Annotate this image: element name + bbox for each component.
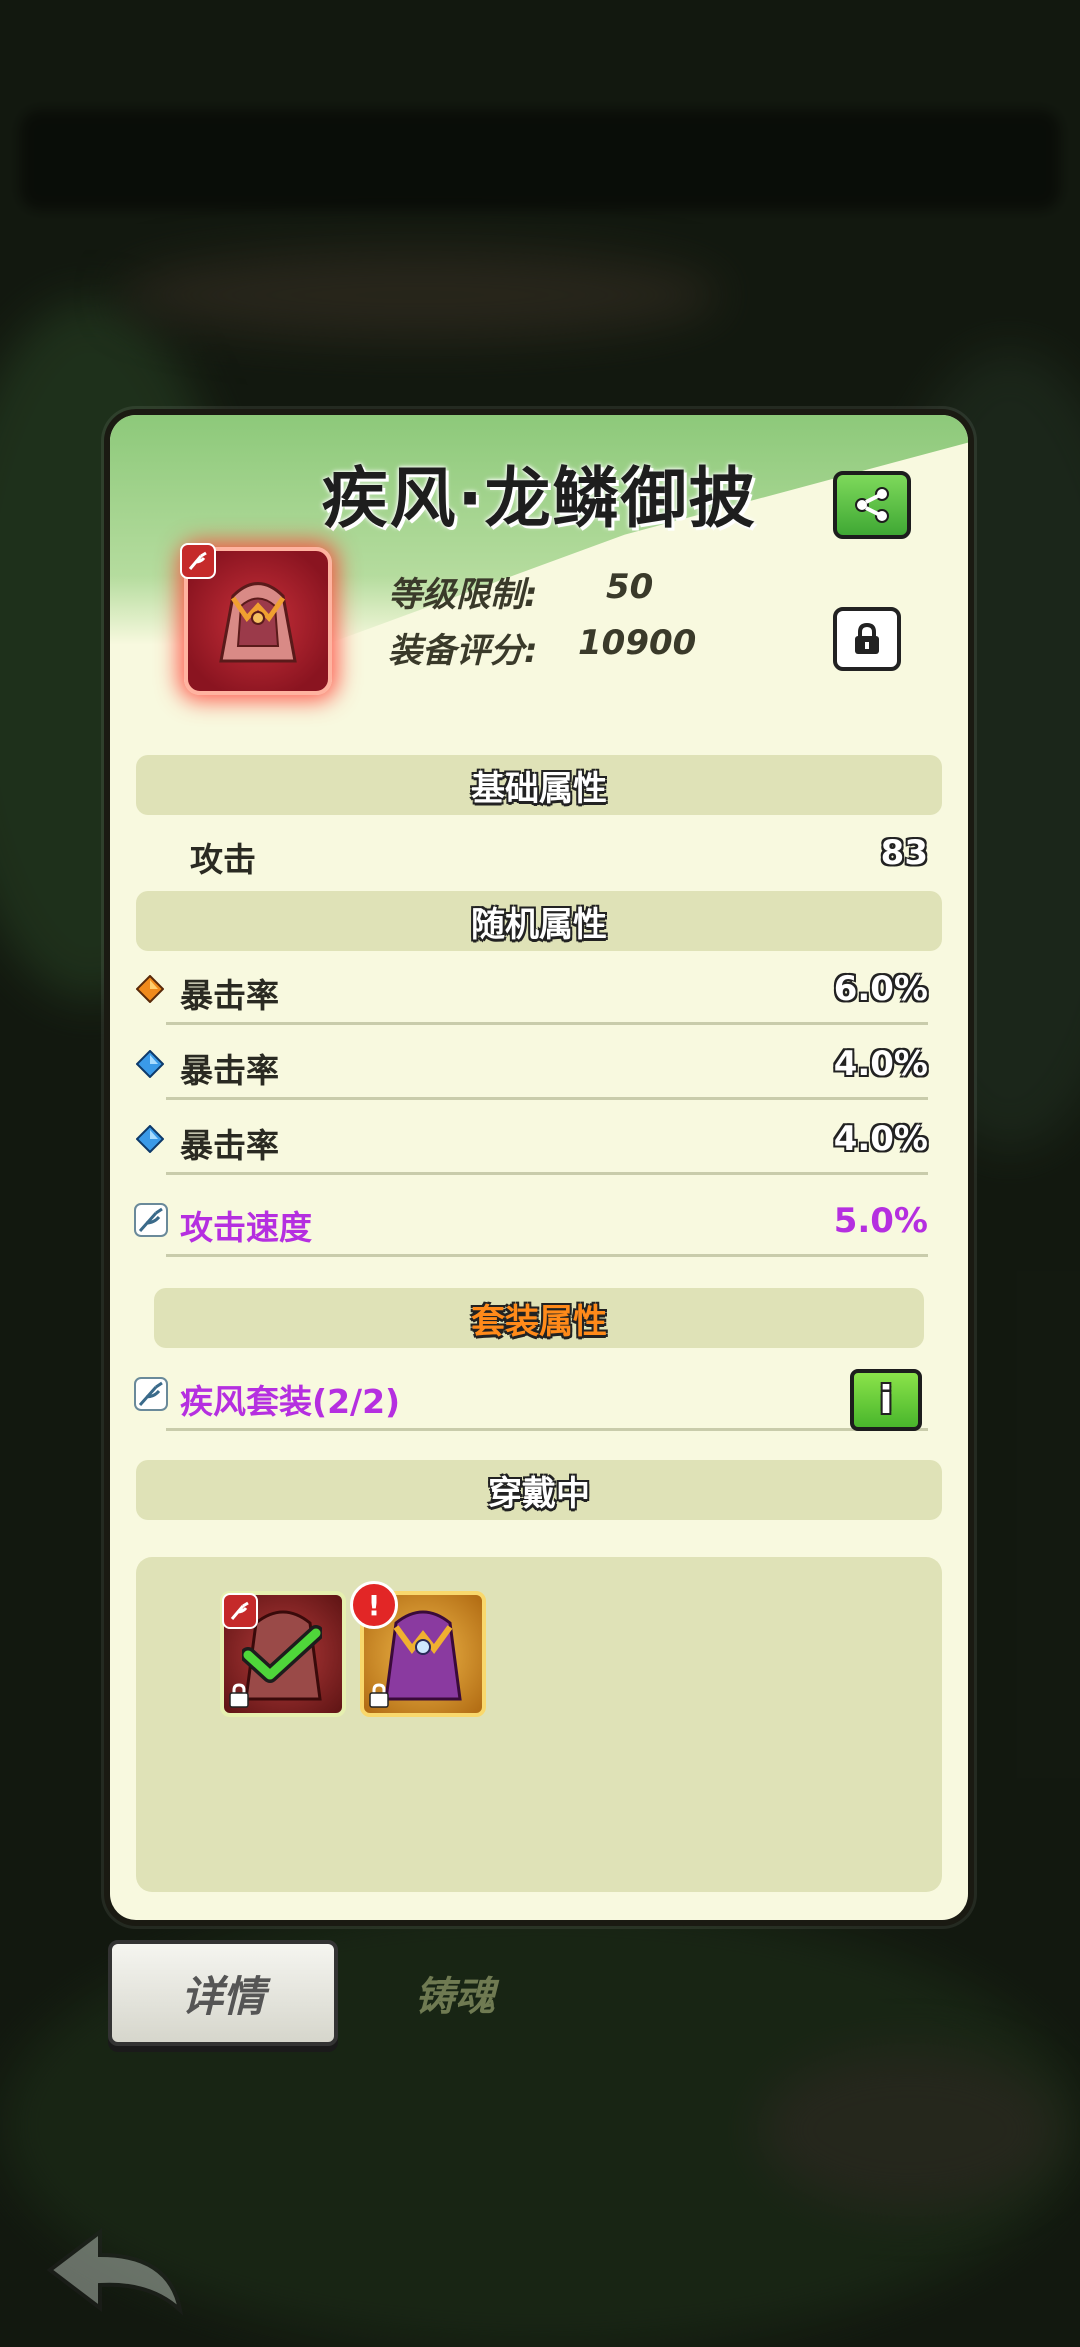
lock-button[interactable] bbox=[833, 607, 901, 671]
set-bonus-row: 疾风套装(2/2) bbox=[130, 1367, 948, 1431]
attr-name: 攻击 bbox=[190, 840, 256, 879]
back-arrow-icon[interactable] bbox=[40, 2220, 190, 2320]
wind-set-icon bbox=[134, 1203, 168, 1237]
orange-gem-icon bbox=[136, 975, 164, 1003]
cloak-armor-icon bbox=[219, 582, 297, 663]
attr-value: 83 bbox=[880, 833, 928, 873]
equipped-slot-current[interactable] bbox=[220, 1591, 346, 1717]
section-base-attrs: 基础属性 bbox=[136, 755, 942, 815]
set-bonus-name: 疾风套装(2/2) bbox=[180, 1382, 401, 1421]
equipped-slot-alternate[interactable]: ! bbox=[350, 1581, 486, 1717]
equipped-items-box: ! bbox=[136, 1557, 942, 1892]
attr-value: 5.0% bbox=[833, 1201, 928, 1241]
blue-gem-icon bbox=[136, 1050, 164, 1078]
wind-set-icon bbox=[188, 551, 207, 570]
random-attr-row: 攻击速度 5.0% bbox=[130, 1193, 948, 1257]
score-value: 10900 bbox=[578, 623, 697, 663]
attr-name: 暴击率 bbox=[180, 976, 279, 1015]
attr-value: 4.0% bbox=[833, 1044, 928, 1084]
info-icon: i bbox=[879, 1378, 893, 1422]
level-limit-label: 等级限制: bbox=[388, 575, 538, 615]
wind-set-badge bbox=[180, 543, 216, 579]
attr-value: 6.0% bbox=[833, 969, 928, 1009]
score-label: 装备评分: bbox=[388, 631, 538, 671]
attr-name: 攻击速度 bbox=[180, 1208, 312, 1247]
alert-badge: ! bbox=[350, 1581, 398, 1629]
equipment-detail-panel: 疾风·龙鳞御披 等级限制: 50 装备评分: 10900 基础属性 攻击 83 … bbox=[110, 415, 968, 1920]
wind-set-badge bbox=[222, 1593, 258, 1629]
random-attr-row: 暴击率 4.0% bbox=[130, 1036, 948, 1100]
share-icon bbox=[855, 487, 889, 523]
attr-name: 暴击率 bbox=[180, 1126, 279, 1165]
attr-name: 暴击率 bbox=[180, 1051, 279, 1090]
section-set-attrs: 套装属性 bbox=[154, 1288, 924, 1348]
blue-gem-icon bbox=[136, 1125, 164, 1153]
base-attr-row: 攻击 83 bbox=[130, 825, 948, 885]
lock-icon bbox=[369, 1683, 389, 1708]
level-limit-value: 50 bbox=[606, 567, 654, 607]
wind-set-icon bbox=[134, 1377, 168, 1411]
random-attr-row: 暴击率 4.0% bbox=[130, 1111, 948, 1175]
lock-icon bbox=[229, 1683, 249, 1708]
set-info-button[interactable]: i bbox=[850, 1369, 922, 1431]
attr-value: 4.0% bbox=[833, 1119, 928, 1159]
checkmark-icon bbox=[242, 1625, 322, 1683]
tab-soul-forge[interactable]: 铸魂 bbox=[380, 1958, 530, 2028]
lock-icon bbox=[855, 622, 879, 654]
share-button[interactable] bbox=[833, 471, 911, 539]
wind-set-icon bbox=[230, 1601, 249, 1620]
section-equipped: 穿戴中 bbox=[136, 1460, 942, 1520]
section-random-attrs: 随机属性 bbox=[136, 891, 942, 951]
item-icon-frame bbox=[180, 543, 332, 695]
tab-details[interactable]: 详情 bbox=[108, 1940, 338, 2046]
random-attr-row: 暴击率 6.0% bbox=[130, 961, 948, 1025]
